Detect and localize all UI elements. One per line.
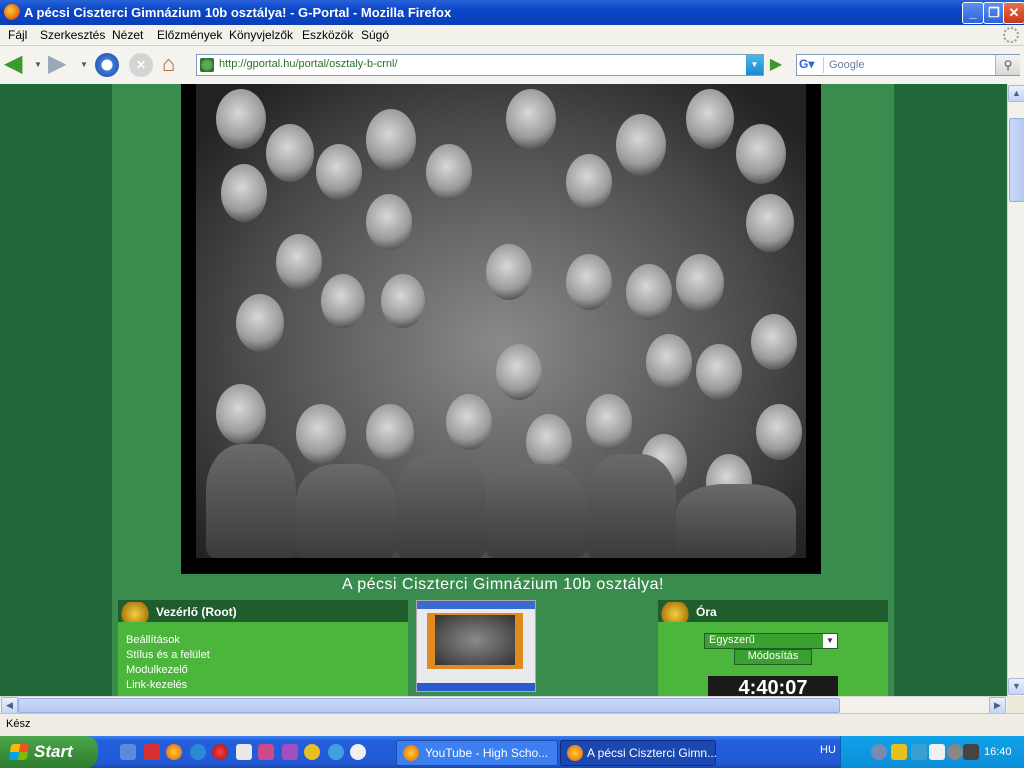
vertical-scroll-thumb[interactable] [1009,118,1024,202]
scroll-right-icon: ▶ [989,697,1006,714]
search-icon[interactable]: ⚲ [995,55,1020,75]
go-button[interactable]: ▶ [766,55,786,75]
chevron-down-icon: ▼ [823,634,837,648]
quicklaunch-app-icon[interactable] [120,744,136,760]
start-button[interactable]: Start [0,736,98,768]
url-dropdown-icon[interactable]: ▼ [746,55,763,75]
status-bar: Kész [0,713,1024,737]
navigation-toolbar: ◀ ▼ ▶ ▼ ✕ ⌂ http://gportal.hu/portal/osz… [0,46,1024,85]
control-panel-header: Vezérlő (Root) [118,600,408,622]
menu-edit[interactable]: Szerkesztés [40,28,105,42]
firefox-icon [4,4,20,20]
app-icon[interactable] [282,744,298,760]
url-text: http://gportal.hu/portal/osztaly-b-crnl/ [219,58,398,70]
throbber-icon [1003,27,1019,43]
url-bar[interactable]: http://gportal.hu/portal/osztaly-b-crnl/… [196,54,764,76]
horizontal-scrollbar[interactable]: ◀ ▶ [0,696,1007,714]
taskbar-item-youtube[interactable]: YouTube - High Scho... [396,740,558,766]
window-title: A pécsi Ciszterci Gimnázium 10b osztálya… [24,5,452,20]
xfire-icon[interactable] [963,744,979,760]
menu-view[interactable]: Nézet [112,28,143,42]
taskbar-item-gportal[interactable]: A pécsi Ciszterci Gimn... [560,740,717,766]
status-text: Kész [6,718,31,730]
title-bar: A pécsi Ciszterci Gimnázium 10b osztálya… [0,0,1024,25]
page-content: A pécsi Ciszterci Gimnázium 10b osztálya… [0,84,1007,696]
control-panel: Vezérlő (Root) Beállítások Stílus és a f… [118,600,408,696]
search-placeholder: Google [829,59,865,71]
language-indicator[interactable]: HU [820,744,836,756]
search-engine-icon[interactable]: G▾ [799,57,824,73]
home-icon[interactable]: ⌂ [162,52,186,76]
search-app-icon[interactable] [328,744,344,760]
screenshot-thumbnail[interactable] [416,600,536,692]
tray-app-icon[interactable] [911,744,927,760]
link-settings[interactable]: Beállítások [126,634,180,646]
clock-style-select[interactable]: Egyszerű ▼ [704,633,838,649]
vertical-scrollbar[interactable]: ▲ ▼ [1007,84,1024,696]
maximize-button[interactable]: ❐ [983,2,1005,24]
reload-icon[interactable] [95,53,119,77]
scroll-left-icon: ◀ [1,697,18,714]
link-links[interactable]: Link-kezelés [126,679,187,691]
start-label: Start [34,742,73,761]
internet-explorer-icon[interactable] [190,744,206,760]
menu-tools[interactable]: Eszközök [302,28,353,42]
firefox-icon [567,745,583,761]
portal-page: A pécsi Ciszterci Gimnázium 10b osztálya… [112,84,894,696]
clock-display: 4:40:07 [708,676,838,696]
clock-time: 16:40 [984,746,1012,758]
stop-icon[interactable]: ✕ [129,53,153,77]
windows-logo-icon [8,744,30,760]
clock-panel-title: Óra [696,605,717,619]
class-photo [181,84,821,574]
modify-button[interactable]: Módosítás [734,649,812,665]
tray-app2-icon[interactable] [929,744,945,760]
firefox-icon [403,745,419,761]
minimize-button[interactable]: _ [962,2,984,24]
bells-icon [120,602,150,622]
menu-file[interactable]: Fájl [8,28,27,42]
control-panel-title: Vezérlő (Root) [156,605,237,619]
menu-bar: Fájl Szerkesztés Nézet Előzmények Könyvj… [0,25,1024,46]
scroll-down-icon: ▼ [1008,678,1024,695]
scroll-up-icon: ▲ [1008,85,1024,102]
class-photo-image [196,84,806,558]
back-icon[interactable]: ◀ [4,52,30,76]
site-icon [200,58,214,72]
forward-icon[interactable]: ▶ [48,52,74,76]
page-title: A pécsi Ciszterci Gimnázium 10b osztálya… [342,576,664,593]
taskbar: Start YouTube - High Scho... A pécsi Cis… [0,736,1024,768]
email-icon[interactable] [236,744,252,760]
back-dropdown-icon[interactable]: ▼ [34,60,42,69]
user-icon[interactable] [871,744,887,760]
bells-icon [660,602,690,622]
firefox-icon[interactable] [166,744,182,760]
forward-dropdown-icon[interactable]: ▼ [80,60,88,69]
network-icon[interactable] [350,744,366,760]
menu-history[interactable]: Előzmények [157,28,222,42]
paint-icon[interactable] [258,744,274,760]
media-icon[interactable] [212,744,228,760]
close-button[interactable]: ✕ [1003,2,1024,24]
link-style[interactable]: Stílus és a felület [126,649,210,661]
clock-panel-header: Óra [658,600,888,622]
shield-icon[interactable] [891,744,907,760]
acrobat-icon[interactable] [144,744,160,760]
volume-icon[interactable] [947,744,963,760]
system-tray: 16:40 [840,736,1024,768]
menu-bookmarks[interactable]: Könyvjelzők [229,28,293,42]
link-modules[interactable]: Modulkezelő [126,664,188,676]
search-box[interactable]: G▾ Google ⚲ [796,54,1020,76]
player-icon[interactable] [304,744,320,760]
clock-panel: Óra Egyszerű ▼ Módosítás 4:40:07 [658,600,888,696]
horizontal-scroll-thumb[interactable] [18,698,840,713]
menu-help[interactable]: Súgó [361,28,389,42]
